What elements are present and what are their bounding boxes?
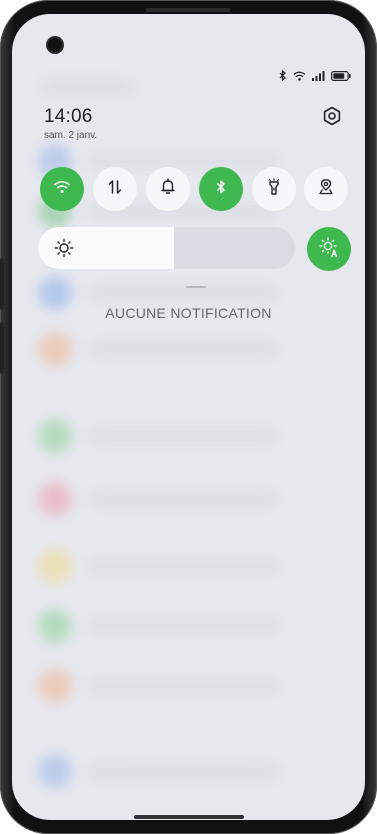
location-icon (318, 178, 334, 201)
bluetooth-icon (216, 179, 226, 200)
bluetooth-toggle[interactable] (199, 167, 243, 211)
data-arrows-icon (107, 179, 123, 200)
wifi-toggle[interactable] (40, 167, 84, 211)
auto-brightness-toggle[interactable] (307, 227, 351, 271)
bell-icon (160, 178, 176, 200)
sound-toggle[interactable] (146, 167, 190, 211)
date-label: sam. 2 janv. (44, 130, 98, 141)
location-toggle[interactable] (304, 167, 348, 211)
screen: 14:06 sam. 2 janv. AUCUNE NOTIFICATION (12, 14, 365, 820)
battery-icon (331, 70, 351, 81)
earpiece (146, 8, 230, 12)
wifi-icon (53, 180, 71, 199)
bluetooth-icon (279, 70, 287, 81)
signal-icon (312, 70, 325, 81)
clock-time: 14:06 (44, 106, 93, 127)
mobile-data-toggle[interactable] (93, 167, 137, 211)
wifi-icon (293, 71, 306, 81)
brightness-sun-icon (54, 238, 74, 258)
status-icons (279, 70, 351, 81)
quick-settings-toggles (40, 167, 348, 213)
front-camera (48, 38, 62, 52)
volume-down-button (0, 322, 4, 374)
empty-notifications-label: AUCUNE NOTIFICATION (105, 305, 272, 321)
volume-up-button (0, 258, 4, 310)
home-indicator[interactable] (134, 815, 244, 819)
brightness-slider[interactable] (38, 227, 295, 269)
auto-brightness-icon (318, 236, 340, 263)
phone-frame: 14:06 sam. 2 janv. AUCUNE NOTIFICATION (0, 0, 377, 834)
flashlight-icon (266, 177, 282, 201)
gear-icon[interactable] (322, 106, 342, 126)
flashlight-toggle[interactable] (252, 167, 296, 211)
panel-drag-handle[interactable] (186, 286, 206, 288)
